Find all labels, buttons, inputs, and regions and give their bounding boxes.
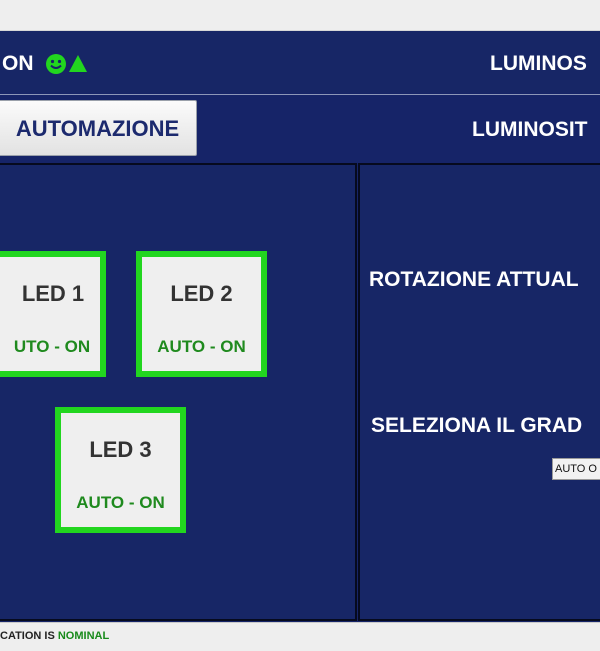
led-2-button[interactable]: LED 2 AUTO - ON (136, 251, 267, 377)
rotation-label: ROTAZIONE ATTUAL (369, 268, 579, 291)
selection-label: SELEZIONA IL GRAD (371, 414, 583, 437)
led-state: UTO - ON (13, 337, 91, 356)
divider (0, 94, 600, 95)
triangle-up-icon (69, 55, 87, 72)
top-bar (0, 0, 600, 31)
led-name: LED 1 (21, 281, 85, 306)
led-panel (0, 163, 357, 621)
smiley-icon (46, 54, 66, 74)
luminosity-label: LUMINOS (490, 52, 587, 75)
led-state: AUTO - ON (157, 337, 246, 356)
led-state: AUTO - ON (76, 493, 165, 512)
rotation-panel (358, 163, 600, 621)
led-name: LED 3 (89, 437, 152, 462)
led-3-button[interactable]: LED 3 AUTO - ON (55, 407, 186, 533)
automation-button[interactable]: AUTOMAZIONE (0, 100, 197, 156)
status-bar-text: CATION IS NOMINAL (0, 630, 109, 642)
led-1-button[interactable]: LED 1 UTO - ON (0, 251, 106, 377)
status-bar-value: NOMINAL (57, 630, 110, 642)
luminosity-label-secondary: LUMINOSIT (472, 118, 588, 141)
led-name: LED 2 (170, 281, 233, 306)
mode-dropdown[interactable]: AUTO O (552, 458, 600, 480)
status-text: ON (2, 52, 34, 75)
status-bar-prefix: CATION IS (0, 630, 58, 642)
